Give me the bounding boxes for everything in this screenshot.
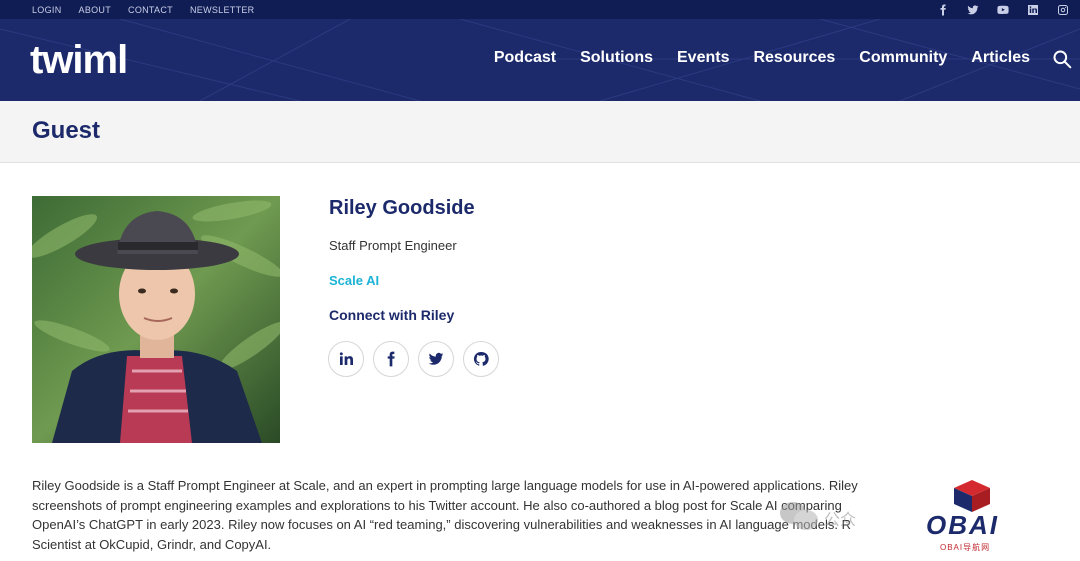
nav-resources[interactable]: Resources [753, 49, 835, 67]
wechat-bubble-icon [794, 510, 818, 530]
site-header: twiml Podcast Solutions Events Resources… [0, 19, 1080, 101]
youtube-icon[interactable] [996, 3, 1010, 17]
obai-watermark-logo: OBAI OBAI导航网 [922, 476, 1032, 556]
bio-line: Riley Goodside is a Staff Prompt Enginee… [32, 478, 858, 493]
guest-name: Riley Goodside [329, 197, 475, 219]
guest-role: Staff Prompt Engineer [329, 238, 457, 253]
facebook-icon [387, 351, 395, 367]
twitter-icon[interactable] [966, 3, 980, 17]
linkedin-icon[interactable] [1026, 3, 1040, 17]
instagram-icon[interactable] [1056, 3, 1070, 17]
guest-social-links [328, 341, 499, 377]
wechat-watermark: 公众 [778, 500, 878, 534]
search-icon[interactable] [1052, 49, 1072, 69]
page-title: Guest [32, 117, 101, 144]
guest-github-button[interactable] [463, 341, 499, 377]
utility-nav: LOGIN ABOUT CONTACT NEWSLETTER [32, 0, 254, 19]
nav-solutions[interactable]: Solutions [580, 49, 653, 67]
page-title-band: Guest [0, 101, 1080, 163]
newsletter-link[interactable]: NEWSLETTER [190, 5, 255, 15]
bio-line: OpenAI’s ChatGPT in early 2023. Riley no… [32, 517, 851, 532]
main-nav: Podcast Solutions Events Resources Commu… [494, 49, 1030, 67]
bio-line: screenshots of prompt engineering exampl… [32, 497, 842, 513]
nav-articles[interactable]: Articles [971, 49, 1030, 67]
obai-logo-text: OBAI [926, 510, 999, 540]
top-social-links [936, 0, 1070, 19]
top-utility-bar: LOGIN ABOUT CONTACT NEWSLETTER [0, 0, 1080, 19]
guest-company-link[interactable]: Scale AI [329, 273, 379, 288]
guest-facebook-button[interactable] [373, 341, 409, 377]
twitter-icon [428, 352, 444, 365]
facebook-icon[interactable] [936, 3, 950, 17]
obai-caption: OBAI导航网 [940, 543, 991, 552]
github-icon [473, 351, 489, 366]
bio-line: Scientist at OkCupid, Grindr, and CopyAI… [32, 536, 272, 552]
nav-events[interactable]: Events [677, 49, 729, 67]
guest-linkedin-button[interactable] [328, 341, 364, 377]
login-link[interactable]: LOGIN [32, 5, 62, 15]
connect-heading: Connect with Riley [329, 307, 455, 323]
nav-podcast[interactable]: Podcast [494, 49, 556, 67]
wechat-watermark-text: 公众 [824, 512, 857, 529]
linkedin-icon [339, 352, 353, 365]
guest-twitter-button[interactable] [418, 341, 454, 377]
guest-bio: Riley Goodside is a Staff Prompt Enginee… [32, 476, 874, 556]
guest-photo [32, 196, 280, 443]
about-link[interactable]: ABOUT [79, 5, 112, 15]
nav-community[interactable]: Community [859, 49, 947, 67]
cube-logo-icon [954, 480, 990, 512]
site-logo[interactable]: twiml [30, 39, 128, 81]
contact-link[interactable]: CONTACT [128, 5, 173, 15]
